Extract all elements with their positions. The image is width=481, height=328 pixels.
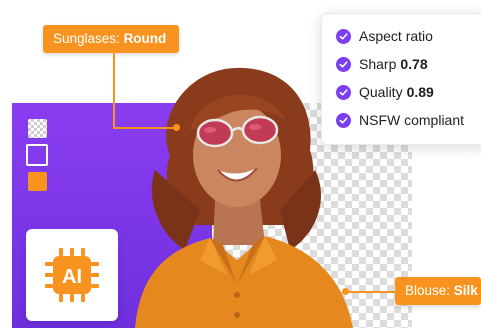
check-circle-icon bbox=[336, 28, 351, 44]
transparent-swatch[interactable] bbox=[28, 119, 47, 138]
check-item-value: 0.78 bbox=[400, 56, 428, 72]
blouse-label: Blouse: Silk bbox=[395, 277, 481, 305]
check-item-sharp: Sharp 0.78 bbox=[336, 54, 428, 74]
blouse-label-value: Silk bbox=[453, 283, 478, 298]
sunglasses-label-key: Sunglases: bbox=[53, 31, 120, 46]
orange-swatch[interactable] bbox=[28, 172, 47, 191]
ai-chip-text: AI bbox=[62, 266, 82, 288]
sunglasses-label-value: Round bbox=[123, 31, 167, 46]
check-circle-icon bbox=[336, 84, 351, 100]
ai-chip-icon: AI bbox=[45, 248, 99, 302]
check-circle-icon bbox=[336, 112, 351, 128]
blouse-leader bbox=[346, 291, 396, 293]
sunglasses-leader-horizontal bbox=[113, 127, 175, 129]
check-item-aspect-ratio: Aspect ratio bbox=[336, 26, 433, 46]
check-item-label: Sharp bbox=[359, 56, 397, 72]
check-item-label: Aspect ratio bbox=[359, 28, 433, 44]
check-item-value: 0.89 bbox=[406, 84, 434, 100]
blouse-label-key: Blouse: bbox=[405, 283, 451, 298]
check-item-quality: Quality 0.89 bbox=[336, 82, 434, 102]
ai-badge-card: AI bbox=[26, 229, 118, 321]
sunglasses-label: Sunglases: Round bbox=[43, 25, 179, 53]
check-item-nsfw: NSFW compliant bbox=[336, 110, 464, 130]
outline-swatch[interactable] bbox=[26, 144, 48, 166]
sunglasses-anchor-dot bbox=[173, 124, 180, 131]
quality-checklist: Aspect ratio Sharp 0.78 Quality 0.89 NSF… bbox=[321, 13, 481, 145]
sunglasses-leader-vertical bbox=[113, 53, 115, 128]
check-item-label: Quality bbox=[359, 84, 403, 100]
blouse-anchor-dot bbox=[342, 288, 349, 295]
check-item-label: NSFW compliant bbox=[359, 112, 465, 128]
check-circle-icon bbox=[336, 56, 351, 72]
